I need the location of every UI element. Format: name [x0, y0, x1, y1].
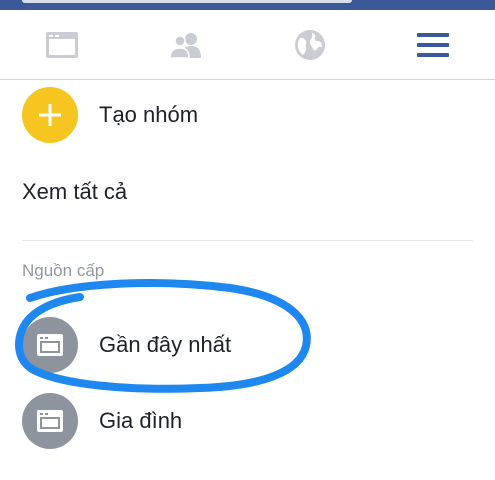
feed-icon-circle [22, 393, 78, 449]
top-tab-bar [0, 10, 495, 80]
tab-friends[interactable] [146, 10, 226, 79]
feeds-section-header: Nguồn cấp [22, 261, 105, 280]
create-group-item[interactable]: Tạo nhóm [0, 87, 495, 143]
tab-news-feed[interactable] [22, 10, 102, 79]
feed-item-family[interactable]: Gia đình [0, 393, 495, 449]
friends-icon [169, 32, 201, 58]
tab-notifications[interactable] [270, 10, 350, 79]
globe-icon [295, 29, 325, 60]
status-strip-highlight [22, 0, 352, 3]
feed-item-most-recent[interactable]: Gần đây nhất [0, 317, 495, 373]
news-feed-icon [46, 31, 78, 58]
create-group-label: Tạo nhóm [99, 102, 199, 127]
menu-icon [417, 32, 449, 57]
feed-item-label: Gia đình [99, 408, 183, 433]
plus-icon [39, 104, 61, 126]
feed-icon [37, 334, 63, 356]
section-divider [22, 240, 473, 241]
feed-icon-circle [22, 317, 78, 373]
status-strip [0, 0, 495, 10]
see-all-label: Xem tất cả [22, 179, 128, 204]
feed-item-label: Gần đây nhất [99, 332, 232, 357]
see-all-groups-link[interactable]: Xem tất cả [0, 170, 495, 214]
tab-menu[interactable] [393, 10, 473, 79]
feed-icon [37, 410, 63, 432]
create-group-icon-circle [22, 87, 78, 143]
